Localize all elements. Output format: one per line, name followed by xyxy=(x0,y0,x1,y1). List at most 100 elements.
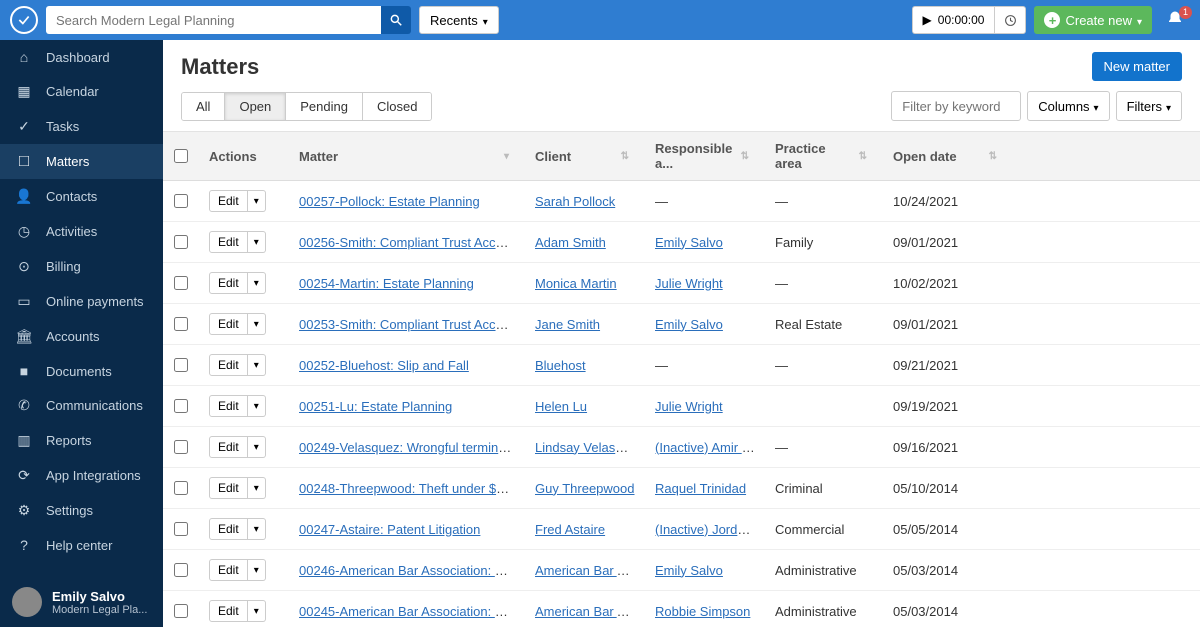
search-input[interactable] xyxy=(46,6,381,34)
tab-closed[interactable]: Closed xyxy=(363,93,431,120)
edit-dropdown-button[interactable]: ▾ xyxy=(248,436,266,458)
row-checkbox[interactable] xyxy=(174,276,188,290)
sidebar-item-reports[interactable]: ▥Reports xyxy=(0,423,163,458)
client-link[interactable]: American Bar Asso... xyxy=(535,563,645,578)
client-link[interactable]: Fred Astaire xyxy=(535,522,605,537)
edit-dropdown-button[interactable]: ▾ xyxy=(248,477,266,499)
responsible-link[interactable]: Robbie Simpson xyxy=(655,604,750,619)
matter-link[interactable]: 00254-Martin: Estate Planning xyxy=(299,276,474,291)
sidebar-item-documents[interactable]: ■Documents xyxy=(0,354,163,388)
edit-button[interactable]: Edit xyxy=(209,600,248,622)
sidebar-item-calendar[interactable]: ▦Calendar xyxy=(0,74,163,109)
filters-button[interactable]: Filters xyxy=(1116,91,1182,121)
matter-link[interactable]: 00252-Bluehost: Slip and Fall xyxy=(299,358,469,373)
responsible-link[interactable]: Emily Salvo xyxy=(655,317,723,332)
new-matter-button[interactable]: New matter xyxy=(1092,52,1182,81)
col-header-responsible[interactable]: Responsible a...⇅ xyxy=(645,132,765,180)
row-checkbox[interactable] xyxy=(174,235,188,249)
row-checkbox[interactable] xyxy=(174,481,188,495)
row-checkbox[interactable] xyxy=(174,358,188,372)
edit-button[interactable]: Edit xyxy=(209,272,248,294)
sidebar-item-settings[interactable]: ⚙Settings xyxy=(0,493,163,528)
recents-button[interactable]: Recents xyxy=(419,6,499,34)
app-logo[interactable] xyxy=(10,6,38,34)
row-checkbox[interactable] xyxy=(174,604,188,618)
matter-link[interactable]: 00247-Astaire: Patent Litigation xyxy=(299,522,480,537)
sidebar-item-tasks[interactable]: ✓Tasks xyxy=(0,109,163,144)
edit-dropdown-button[interactable]: ▾ xyxy=(248,231,266,253)
edit-dropdown-button[interactable]: ▾ xyxy=(248,395,266,417)
edit-dropdown-button[interactable]: ▾ xyxy=(248,272,266,294)
edit-dropdown-button[interactable]: ▾ xyxy=(248,313,266,335)
sidebar-item-dashboard[interactable]: ⌂Dashboard xyxy=(0,40,163,74)
edit-button[interactable]: Edit xyxy=(209,395,248,417)
notifications-button[interactable]: 1 xyxy=(1160,10,1190,31)
sidebar-item-matters[interactable]: 🞎Matters xyxy=(0,144,163,179)
timer-history-button[interactable] xyxy=(994,6,1026,34)
responsible-link[interactable]: Emily Salvo xyxy=(655,235,723,250)
sidebar-item-app-integrations[interactable]: ⟳App Integrations xyxy=(0,458,163,493)
responsible-link[interactable]: Julie Wright xyxy=(655,399,723,414)
client-link[interactable]: Sarah Pollock xyxy=(535,194,615,209)
edit-button[interactable]: Edit xyxy=(209,436,248,458)
edit-dropdown-button[interactable]: ▾ xyxy=(248,559,266,581)
sidebar-item-online-payments[interactable]: ▭Online payments xyxy=(0,284,163,319)
responsible-link[interactable]: Emily Salvo xyxy=(655,563,723,578)
matter-link[interactable]: 00248-Threepwood: Theft under $2000 xyxy=(299,481,525,496)
row-checkbox[interactable] xyxy=(174,317,188,331)
client-link[interactable]: Lindsay Velasquez xyxy=(535,440,643,455)
client-link[interactable]: Adam Smith xyxy=(535,235,606,250)
sidebar-item-activities[interactable]: ◷Activities xyxy=(0,214,163,249)
matter-link[interactable]: 00246-American Bar Association: Patent L… xyxy=(299,563,525,578)
responsible-link[interactable]: Julie Wright xyxy=(655,276,723,291)
edit-button[interactable]: Edit xyxy=(209,231,248,253)
sidebar-item-accounts[interactable]: 🏛Accounts xyxy=(0,319,163,354)
client-link[interactable]: Guy Threepwood xyxy=(535,481,635,496)
user-profile[interactable]: Emily Salvo Modern Legal Pla... xyxy=(0,577,163,627)
matter-link[interactable]: 00253-Smith: Compliant Trust Accounting xyxy=(299,317,525,332)
col-header-practice[interactable]: Practice area⇅ xyxy=(765,132,883,180)
matter-link[interactable]: 00249-Velasquez: Wrongful termination xyxy=(299,440,525,455)
matter-link[interactable]: 00256-Smith: Compliant Trust Accounting xyxy=(299,235,525,250)
matter-link[interactable]: 00251-Lu: Estate Planning xyxy=(299,399,452,414)
sidebar-item-help-center[interactable]: ?Help center xyxy=(0,528,163,562)
sidebar-item-contacts[interactable]: 👤Contacts xyxy=(0,179,163,214)
edit-button[interactable]: Edit xyxy=(209,190,248,212)
edit-button[interactable]: Edit xyxy=(209,559,248,581)
row-checkbox[interactable] xyxy=(174,399,188,413)
responsible-link[interactable]: (Inactive) Jordan W... xyxy=(655,522,765,537)
client-link[interactable]: Helen Lu xyxy=(535,399,587,414)
edit-button[interactable]: Edit xyxy=(209,477,248,499)
timer-start-button[interactable]: ▶ 00:00:00 xyxy=(912,6,995,34)
col-header-client[interactable]: Client⇅ xyxy=(525,132,645,180)
client-link[interactable]: Monica Martin xyxy=(535,276,617,291)
row-checkbox[interactable] xyxy=(174,194,188,208)
col-header-matter[interactable]: Matter▾ xyxy=(289,132,525,180)
select-all-checkbox[interactable] xyxy=(174,149,188,163)
row-checkbox[interactable] xyxy=(174,563,188,577)
edit-button[interactable]: Edit xyxy=(209,313,248,335)
tab-all[interactable]: All xyxy=(182,93,225,120)
client-link[interactable]: Jane Smith xyxy=(535,317,600,332)
client-link[interactable]: Bluehost xyxy=(535,358,586,373)
tab-pending[interactable]: Pending xyxy=(286,93,363,120)
row-checkbox[interactable] xyxy=(174,522,188,536)
responsible-link[interactable]: Raquel Trinidad xyxy=(655,481,746,496)
create-new-button[interactable]: + Create new xyxy=(1034,6,1152,34)
col-header-open-date[interactable]: Open date⇅ xyxy=(883,132,1013,180)
responsible-link[interactable]: (Inactive) Amir Gol... xyxy=(655,440,765,455)
edit-button[interactable]: Edit xyxy=(209,354,248,376)
matter-link[interactable]: 00245-American Bar Association: Copyrigh… xyxy=(299,604,525,619)
edit-dropdown-button[interactable]: ▾ xyxy=(248,190,266,212)
edit-dropdown-button[interactable]: ▾ xyxy=(248,600,266,622)
edit-dropdown-button[interactable]: ▾ xyxy=(248,354,266,376)
matter-link[interactable]: 00257-Pollock: Estate Planning xyxy=(299,194,480,209)
filter-keyword-input[interactable] xyxy=(891,91,1021,121)
sidebar-item-communications[interactable]: ✆Communications xyxy=(0,388,163,423)
columns-button[interactable]: Columns xyxy=(1027,91,1109,121)
client-link[interactable]: American Bar Asso... xyxy=(535,604,645,619)
search-button[interactable] xyxy=(381,6,411,34)
edit-dropdown-button[interactable]: ▾ xyxy=(248,518,266,540)
sidebar-item-billing[interactable]: ⊙Billing xyxy=(0,249,163,284)
row-checkbox[interactable] xyxy=(174,440,188,454)
